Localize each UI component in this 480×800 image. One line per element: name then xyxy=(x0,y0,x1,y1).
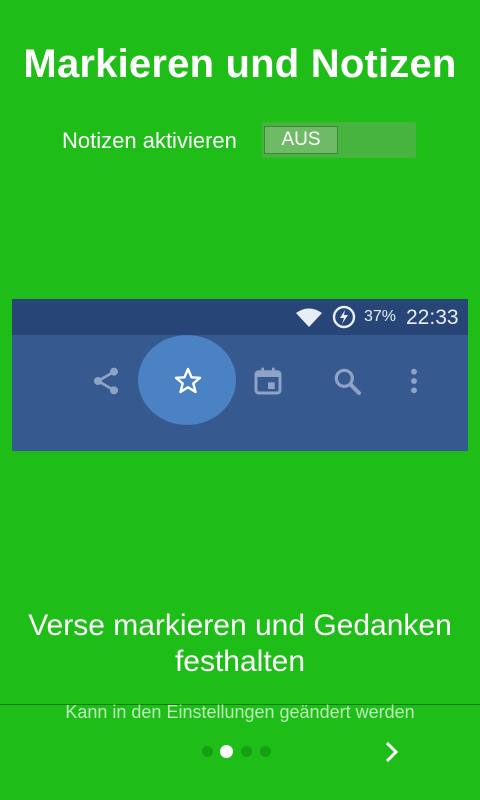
battery-charging-icon xyxy=(332,305,356,329)
battery-percent: 37% xyxy=(364,308,397,325)
toggle-state: AUS xyxy=(264,126,338,154)
next-arrow-icon[interactable] xyxy=(378,736,408,768)
page-dot xyxy=(241,746,252,757)
share-icon xyxy=(94,367,118,395)
toggle-label: Notizen aktivieren xyxy=(62,128,237,153)
star-icon xyxy=(174,367,202,394)
toolbar-preview-image: 37% 22:33 xyxy=(12,299,468,451)
status-bar: 37% 22:33 xyxy=(12,299,468,335)
preview-toolbar xyxy=(12,335,468,451)
notes-toggle-row: Notizen aktivieren AUS xyxy=(0,122,480,158)
clock: 22:33 xyxy=(406,306,459,329)
feature-headline: Verse markieren und Gedanken festhalten xyxy=(28,609,452,678)
page-dot xyxy=(260,746,271,757)
page-title: Markieren und Notizen xyxy=(23,42,457,86)
notes-toggle[interactable]: AUS xyxy=(262,122,416,158)
calendar-icon xyxy=(254,367,282,395)
settings-hint: Kann in den Einstellungen geändert werde… xyxy=(65,702,415,722)
more-vert-icon xyxy=(411,368,417,394)
page-dot xyxy=(202,746,213,757)
search-icon xyxy=(334,368,361,395)
page-dot-active xyxy=(220,745,233,758)
wifi-icon xyxy=(296,308,322,327)
